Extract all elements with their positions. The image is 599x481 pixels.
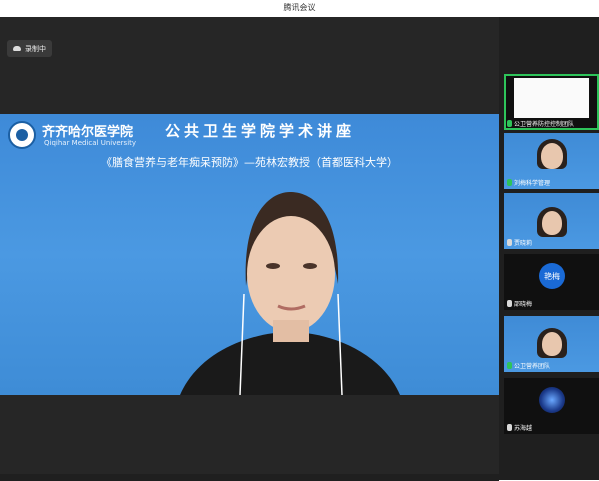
participant-tile[interactable]: 公卫营养团队	[504, 316, 599, 372]
participant-name: 邵晓梅	[514, 301, 533, 308]
participant-tile[interactable]: 贾晓莉	[504, 193, 599, 249]
participant-tile[interactable]: 艳梅 邵晓梅	[504, 254, 599, 310]
participant-avatar: 艳梅	[539, 263, 565, 289]
mic-muted-icon	[507, 424, 512, 431]
shared-screen: 齐齐哈尔医学院 Qiqihar Medical University 公共卫生学…	[0, 114, 499, 395]
presenter-eye-right	[303, 263, 317, 269]
participant-avatar-image	[539, 387, 565, 413]
presenter-face	[247, 216, 335, 332]
participant-name: 刘梅科学管理	[514, 180, 551, 187]
presenter-video	[180, 192, 400, 395]
recording-badge[interactable]: 录制中	[7, 40, 52, 57]
participant-tile[interactable]: 公卫营养防控控制团队	[504, 74, 599, 130]
shared-slide-thumbnail	[514, 78, 589, 118]
presenter-neck	[273, 320, 309, 342]
title-bar: 腾讯会议	[0, 0, 599, 17]
university-name-en: Qiqihar Medical University	[44, 139, 137, 147]
participant-name: 贾晓莉	[514, 240, 533, 247]
university-name-cn: 齐齐哈尔医学院	[42, 125, 134, 140]
window-title: 腾讯会议	[283, 3, 316, 12]
mic-icon	[507, 120, 512, 127]
presenter-eye-left	[266, 263, 280, 269]
university-logo-icon	[8, 121, 36, 149]
mic-icon	[507, 362, 512, 369]
mic-muted-icon	[507, 300, 512, 307]
mic-icon	[507, 179, 512, 186]
participant-tile[interactable]: 苏海越	[504, 378, 599, 434]
meeting-window: 腾讯会议 录制中 齐齐哈尔医学院 Qiqihar Medical Univers…	[0, 0, 599, 481]
participant-sidebar[interactable]: 公卫营养防控控制团队 刘梅科学管理 贾晓莉 艳梅 邵晓梅 公卫营养团队 苏海越	[499, 17, 599, 480]
participant-face	[542, 332, 562, 356]
bottom-status-bar	[0, 474, 499, 481]
mic-muted-icon	[507, 239, 512, 246]
participant-face	[542, 211, 562, 235]
participant-name: 公卫营养团队	[514, 363, 551, 370]
lecture-title: 公共卫生学院学术讲座	[165, 122, 356, 140]
participant-name: 苏海越	[514, 425, 533, 432]
recording-label: 录制中	[25, 44, 46, 53]
cloud-icon	[13, 46, 21, 51]
participant-tile[interactable]: 刘梅科学管理	[504, 133, 599, 189]
participant-face	[541, 143, 563, 169]
lecture-subtitle: 《膳食营养与老年痴呆预防》—苑林宏教授（首都医科大学）	[101, 156, 398, 169]
participant-name: 公卫营养防控控制团队	[514, 121, 575, 128]
